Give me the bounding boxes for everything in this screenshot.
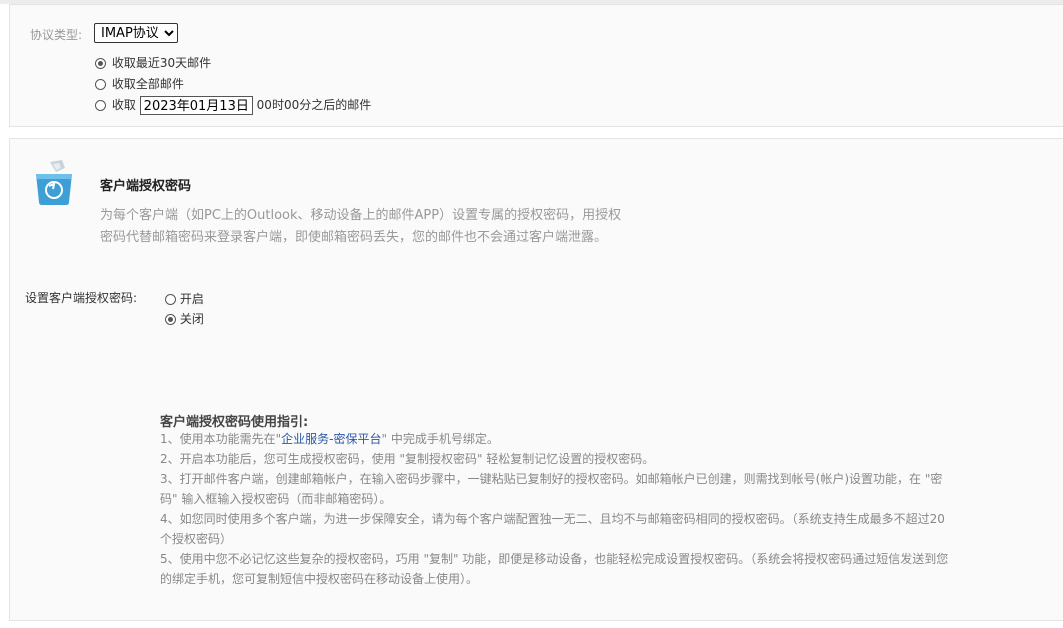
guide-item-5-line2: 的绑定手机，您可复制短信中授权密码在移动设备上使用）。	[160, 572, 479, 586]
radio-enable[interactable]: 开启	[165, 290, 204, 307]
radio-since-date-prefix: 收取	[111, 98, 136, 112]
security-platform-link[interactable]: 企业服务-密保平台	[281, 432, 381, 446]
guide-item-1: 1、使用本功能需先在"企业服务-密保平台" 中完成手机号绑定。	[160, 429, 499, 449]
protocol-select[interactable]: IMAP协议	[94, 23, 178, 43]
radio-since-date-suffix: 00时00分之后的邮件	[256, 98, 372, 112]
radio-all-mail-label: 收取全部邮件	[111, 77, 184, 91]
client-auth-desc-line2: 密码代替邮箱密码来登录客户端，即使邮箱密码丢失，您的邮件也不会通过客户端泄露。	[100, 230, 608, 245]
radio-recent-30-days-label: 收取最近30天邮件	[111, 56, 212, 70]
guide-item-4-line1: 4、如您同时使用多个客户端，为进一步保障安全，请为每个客户端配置独一无二、且均不…	[160, 512, 945, 526]
guide-item-1-post: " 中完成手机号绑定。	[381, 432, 499, 446]
recycle-box-icon	[32, 160, 76, 206]
radio-all-mail[interactable]: 收取全部邮件	[95, 75, 184, 92]
radio-all-mail-button[interactable]	[95, 79, 106, 90]
guide-title: 客户端授权密码使用指引:	[160, 415, 309, 430]
radio-recent-30-days[interactable]: 收取最近30天邮件	[95, 54, 211, 71]
guide-item-3-line1: 3、打开邮件客户端，创建邮箱帐户，在输入密码步骤中，一键粘贴已复制好的授权密码。…	[160, 472, 943, 486]
radio-disable-button[interactable]	[165, 314, 176, 325]
guide-item-3-line2: 码" 输入框输入授权密码（而非邮箱密码）。	[160, 492, 392, 506]
radio-enable-label: 开启	[179, 292, 204, 306]
since-date-input[interactable]: 2023年01月13日	[139, 96, 253, 115]
guide-item-2: 2、开启本功能后，您可生成授权密码，使用 "复制授权密码" 轻松复制记忆设置的授…	[160, 452, 655, 466]
radio-disable-label: 关闭	[179, 312, 204, 326]
radio-since-date[interactable]: 收取 2023年01月13日 00时00分之后的邮件	[95, 96, 371, 115]
client-auth-title: 客户端授权密码	[100, 179, 192, 194]
radio-since-date-button[interactable]	[95, 100, 106, 111]
radio-enable-button[interactable]	[165, 294, 176, 305]
guide-item-1-pre: 1、使用本功能需先在"	[160, 432, 282, 446]
guide-item-4-line2: 个授权密码）	[160, 532, 233, 546]
setting-label: 设置客户端授权密码:	[25, 291, 138, 305]
radio-disable[interactable]: 关闭	[165, 310, 204, 327]
protocol-label: 协议类型:	[30, 28, 83, 42]
radio-recent-30-days-button[interactable]	[95, 58, 106, 69]
guide-item-5-line1: 5、使用中您不必记忆这些复杂的授权密码，巧用 "复制" 功能，即便是移动设备，也…	[160, 552, 949, 566]
client-auth-desc-line1: 为每个客户端（如PC上的Outlook、移动设备上的邮件APP）设置专属的授权密…	[100, 208, 622, 223]
